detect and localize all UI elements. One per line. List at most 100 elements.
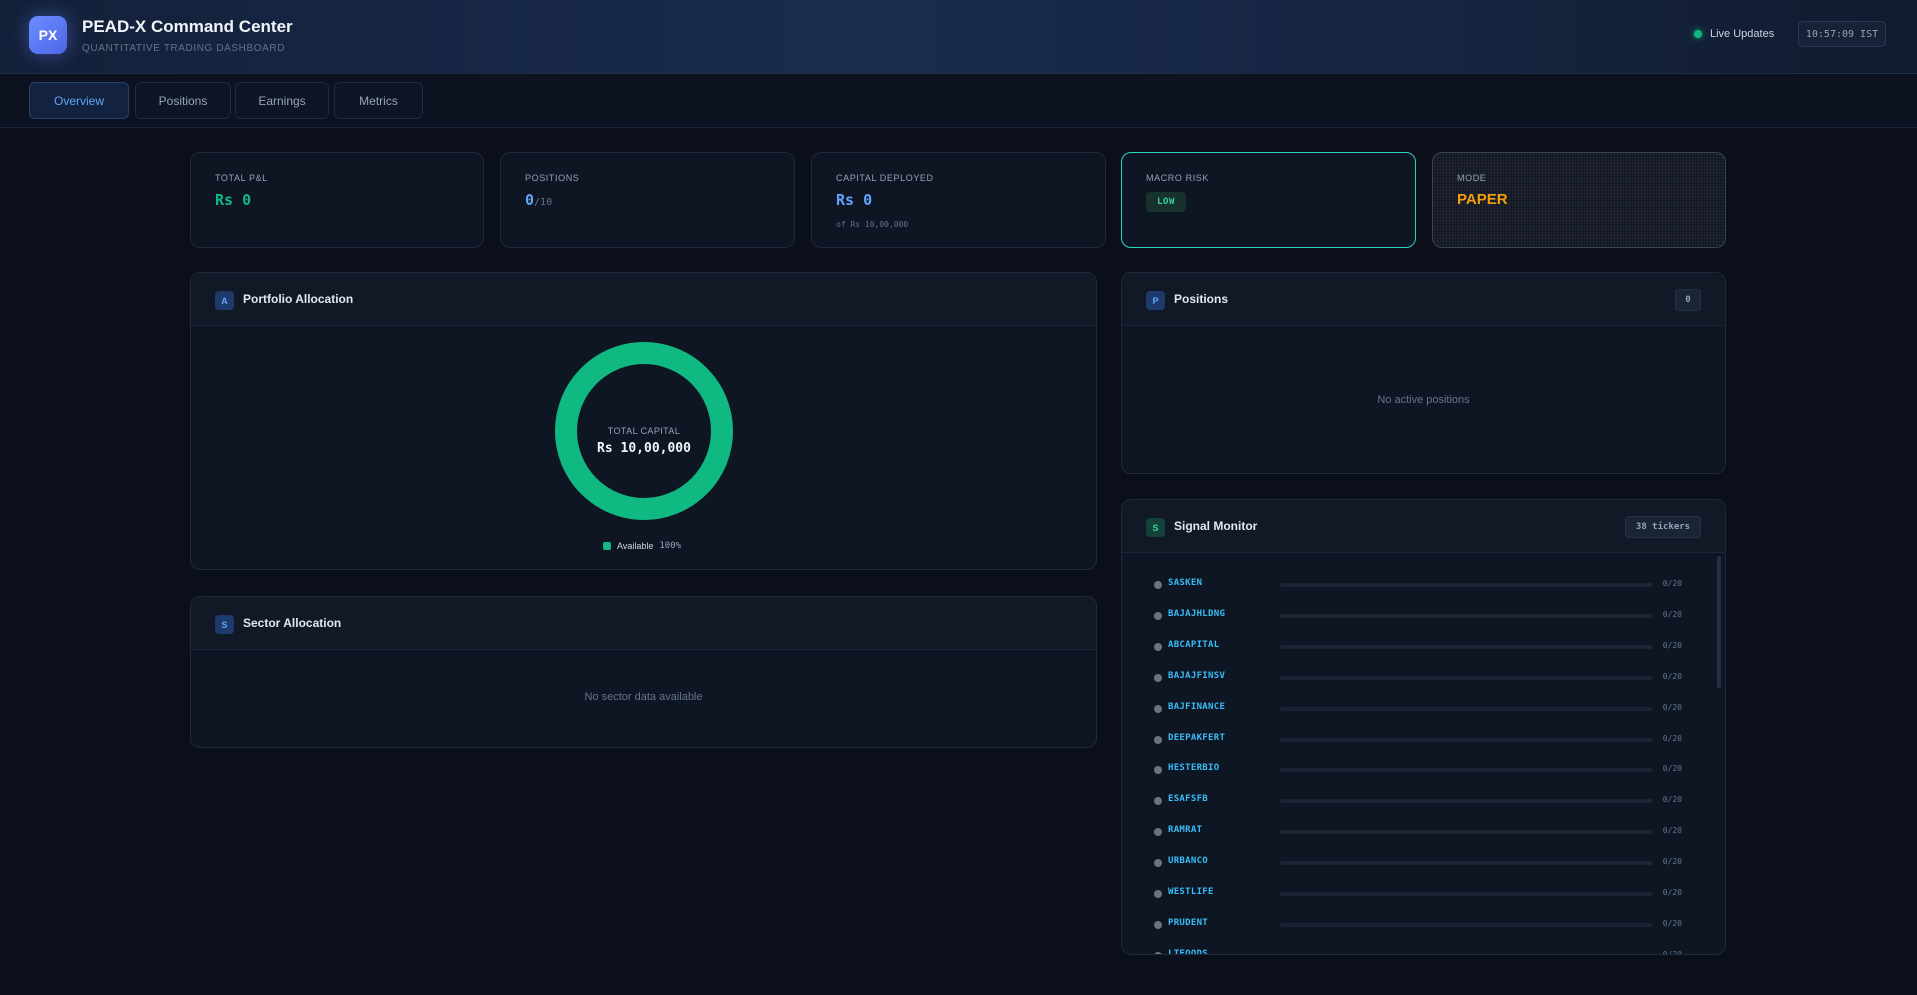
panel-header: S Sector Allocation (191, 597, 1096, 650)
legend-label: Available (617, 541, 654, 551)
signal-strength-bar (1280, 922, 1653, 927)
signal-status-dot-icon (1154, 797, 1162, 806)
stat-card-macro-risk: MACRO RISK LOW (1121, 152, 1416, 248)
signal-strength-bar (1280, 861, 1653, 866)
stat-card-positions: POSITIONS 0/10 (500, 152, 795, 248)
allocation-donut-chart: TOTAL CAPITAL Rs 10,00,000 (554, 341, 734, 521)
app-subtitle: QUANTITATIVE TRADING DASHBOARD (82, 43, 286, 54)
panel-title: Positions (1174, 292, 1229, 306)
signal-monitor-panel: S Signal Monitor 38 tickers SASKEN 0/20 BA… (1121, 499, 1726, 955)
signal-row[interactable]: ABCAPITAL 0/20 (1154, 640, 1682, 654)
positions-empty-message: No active positions (1377, 394, 1470, 406)
stat-card-mode: MODE PAPER (1432, 152, 1726, 248)
signal-score: 0/20 (1662, 795, 1682, 805)
panel-title: Sector Allocation (243, 616, 342, 630)
stat-label: TOTAL P&L (215, 173, 268, 183)
tab-metrics[interactable]: Metrics (334, 82, 423, 119)
signal-row[interactable]: URBANCO 0/20 (1154, 856, 1682, 870)
panel-letter-icon: S (1146, 518, 1165, 537)
signal-row[interactable]: LTFOODS 0/20 (1154, 948, 1682, 955)
signal-strength-bar (1280, 737, 1653, 742)
signal-strength-bar (1280, 892, 1653, 896)
signal-row[interactable]: BAJAJHLDNG 0/20 (1154, 609, 1682, 623)
signal-row[interactable]: SASKEN 0/20 (1154, 578, 1682, 592)
panel-header: P Positions 0 (1122, 273, 1725, 326)
stat-label: POSITIONS (525, 173, 580, 183)
signal-strength-bar (1280, 830, 1653, 835)
signal-ticker-name: PRUDENT (1168, 917, 1209, 928)
signal-score: 0/20 (1662, 764, 1682, 774)
signal-strength-bar (1280, 706, 1653, 711)
signal-row[interactable]: DEEPAKFERT 0/20 (1154, 733, 1682, 747)
signal-ticker-name: BAJFINANCE (1168, 701, 1226, 712)
donut-legend: Available 100% (603, 541, 681, 551)
live-status-dot-icon (1694, 30, 1702, 38)
signal-ticker-name: LTFOODS (1168, 948, 1209, 955)
signal-row[interactable]: WESTLIFE 0/20 (1154, 887, 1682, 901)
tab-overview[interactable]: Overview (29, 82, 129, 119)
signal-score: 0/20 (1662, 609, 1682, 619)
signal-status-dot-icon (1154, 766, 1162, 775)
mode-value: PAPER (1457, 191, 1508, 208)
signal-row[interactable]: BAJFINANCE 0/20 (1154, 702, 1682, 716)
signal-row[interactable]: HESTERBIO 0/20 (1154, 763, 1682, 777)
signal-row[interactable]: BAJAJFINSV 0/20 (1154, 671, 1682, 685)
panel-title: Signal Monitor (1174, 519, 1258, 533)
panel-letter-icon: P (1146, 291, 1165, 310)
legend-value: 100% (659, 541, 682, 551)
signal-ticker-name: BAJAJHLDNG (1168, 608, 1226, 619)
signal-ticker-name: BAJAJFINSV (1168, 670, 1226, 681)
signal-status-dot-icon (1154, 704, 1162, 713)
signal-score: 0/20 (1662, 671, 1682, 681)
signal-score: 0/20 (1662, 857, 1682, 867)
signal-status-dot-icon (1154, 642, 1162, 651)
signal-status-dot-icon (1154, 951, 1162, 954)
sector-empty-message: No sector data available (584, 691, 703, 703)
stat-label: CAPITAL DEPLOYED (836, 173, 934, 183)
signal-row[interactable]: PRUDENT 0/20 (1154, 918, 1682, 932)
donut-center-label: TOTAL CAPITAL (607, 426, 681, 436)
signal-score: 0/20 (1662, 733, 1682, 743)
app-header: PX PEAD-X Command Center QUANTITATIVE TR… (0, 0, 1917, 74)
signal-status-dot-icon (1154, 673, 1162, 682)
tab-positions[interactable]: Positions (135, 82, 231, 119)
signal-ticker-name: URBANCO (1168, 856, 1209, 867)
signal-list-scrollbar[interactable] (1717, 556, 1721, 688)
signal-ticker-name: WESTLIFE (1168, 887, 1214, 897)
positions-max: /10 (534, 197, 553, 208)
tab-earnings[interactable]: Earnings (235, 82, 329, 119)
signal-score: 0/20 (1662, 888, 1682, 897)
signal-score: 0/20 (1662, 579, 1682, 588)
signal-ticker-name: ABCAPITAL (1168, 639, 1220, 650)
macro-risk-badge: LOW (1146, 192, 1186, 212)
live-updates-label: Live Updates (1710, 28, 1775, 40)
stat-label: MACRO RISK (1146, 173, 1210, 183)
total-pnl-value: Rs 0 (215, 191, 252, 209)
signal-strength-bar (1280, 675, 1653, 680)
panel-letter-icon: A (215, 291, 234, 310)
tab-bar: Overview Positions Earnings Metrics (0, 74, 1917, 128)
positions-panel: P Positions 0 No active positions (1121, 272, 1726, 474)
signal-status-dot-icon (1154, 611, 1162, 620)
signal-strength-bar (1280, 768, 1653, 773)
signal-ticker-name: DEEPAKFERT (1168, 732, 1226, 743)
signal-strength-bar (1280, 583, 1653, 587)
stat-card-capital-deployed: CAPITAL DEPLOYED Rs 0 of Rs 10,00,000 (811, 152, 1106, 248)
app-title: PEAD-X Command Center (82, 17, 293, 36)
live-updates-indicator: Live Updates (1694, 28, 1774, 40)
panel-letter-icon: S (215, 615, 234, 634)
signal-row[interactable]: ESAFSFB 0/20 (1154, 794, 1682, 808)
portfolio-allocation-panel: A Portfolio Allocation TOTAL CAPITAL Rs … (190, 272, 1097, 570)
signal-row[interactable]: RAMRAT 0/20 (1154, 825, 1682, 839)
positions-count: 0 (525, 191, 535, 209)
signal-ticker-name: HESTERBIO (1168, 763, 1220, 774)
signal-strength-bar (1280, 799, 1653, 804)
signal-score: 0/20 (1662, 640, 1682, 650)
app-logo: PX (29, 16, 67, 54)
signal-status-dot-icon (1154, 859, 1162, 868)
signal-status-dot-icon (1154, 581, 1162, 589)
clock-display: 10:57:09 IST (1798, 21, 1886, 47)
signal-status-dot-icon (1154, 890, 1162, 898)
ticker-count-badge: 38 tickers (1625, 516, 1701, 538)
stat-card-total-pnl: TOTAL P&L Rs 0 (190, 152, 484, 248)
